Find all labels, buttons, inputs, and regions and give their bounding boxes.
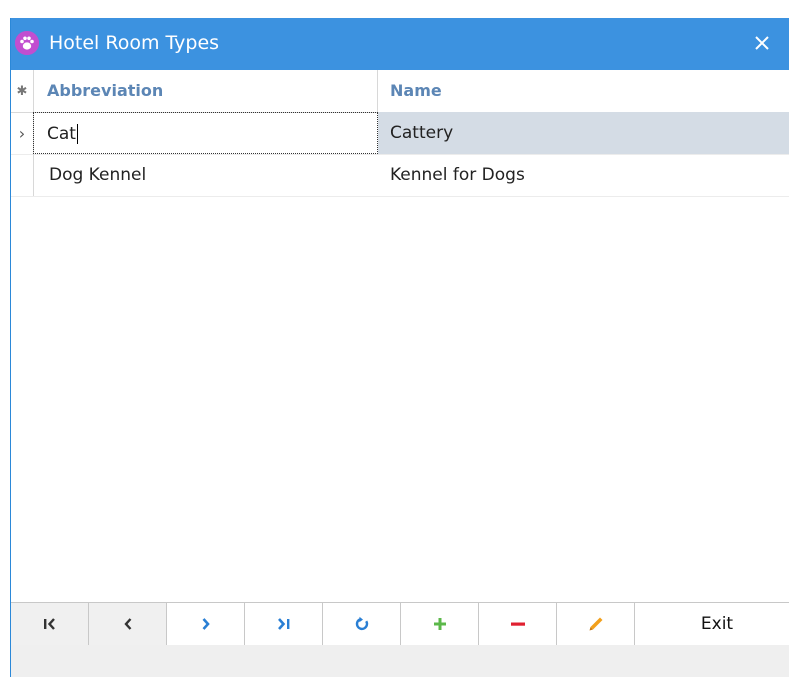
delete-icon <box>510 622 525 626</box>
window-title: Hotel Room Types <box>49 32 220 54</box>
new-row-indicator: ✱ <box>11 70 34 112</box>
exit-button[interactable]: Exit <box>645 603 789 645</box>
grid-header: ✱ Abbreviation Name <box>11 70 789 113</box>
prior-record-button[interactable] <box>89 603 167 645</box>
column-header-abbreviation[interactable]: Abbreviation <box>33 70 378 112</box>
cell-abbreviation[interactable]: Dog Kennel <box>33 154 378 196</box>
first-record-button[interactable] <box>11 603 89 645</box>
record-navigator: Exit <box>11 602 789 646</box>
close-button[interactable] <box>747 28 777 58</box>
title-bar[interactable]: Hotel Room Types <box>11 18 789 70</box>
table-row[interactable]: › Cat Cattery <box>11 112 789 155</box>
cell-name[interactable]: Kennel for Dogs <box>378 154 789 196</box>
current-row-indicator: › <box>11 112 34 154</box>
paw-icon <box>15 31 39 55</box>
next-record-button[interactable] <box>167 603 245 645</box>
delete-record-button[interactable] <box>479 603 557 645</box>
cell-abbreviation-text: Cat <box>47 124 76 144</box>
room-types-grid[interactable]: ✱ Abbreviation Name › Cat Cattery Dog Ke… <box>11 70 789 602</box>
refresh-icon <box>355 616 368 631</box>
table-row[interactable]: Dog Kennel Kennel for Dogs <box>11 154 789 197</box>
add-icon <box>433 618 446 630</box>
last-record-button[interactable] <box>245 603 323 645</box>
first-record-icon <box>43 618 55 630</box>
refresh-button[interactable] <box>323 603 401 645</box>
desktop-strip <box>0 0 789 18</box>
row-indicator <box>11 154 34 196</box>
cell-name[interactable]: Cattery <box>378 112 789 154</box>
close-icon <box>755 36 769 50</box>
last-record-icon <box>277 618 289 630</box>
next-record-icon <box>202 618 210 630</box>
edit-pencil-icon <box>589 617 602 631</box>
hotel-room-types-window: Hotel Room Types ✱ Abbreviation Name › C… <box>10 18 789 677</box>
text-caret <box>76 124 78 144</box>
column-header-name[interactable]: Name <box>378 70 789 112</box>
cell-abbreviation-editor[interactable]: Cat <box>33 112 378 154</box>
add-record-button[interactable] <box>401 603 479 645</box>
edit-record-button[interactable] <box>557 603 635 645</box>
prior-record-icon <box>123 618 131 630</box>
status-bar <box>11 645 789 677</box>
